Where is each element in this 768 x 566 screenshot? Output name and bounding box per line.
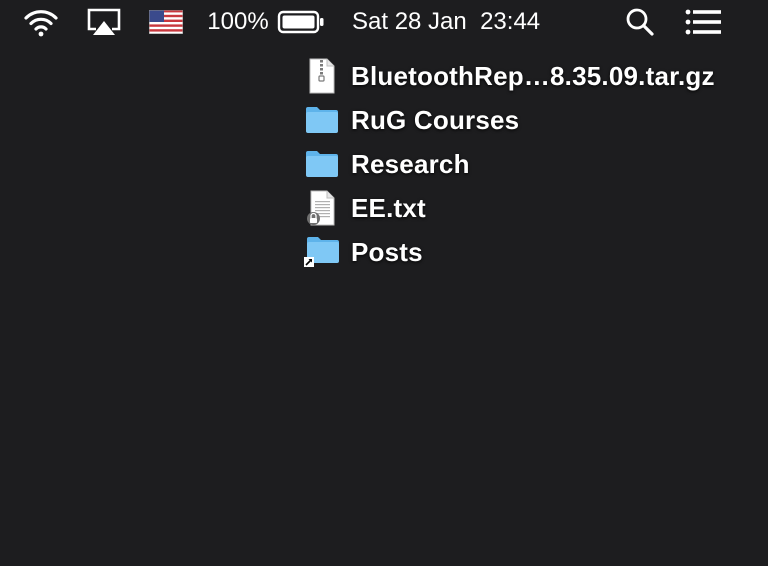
menu-bar-clock[interactable]: Sat 28 Jan 23:44 — [352, 0, 592, 44]
desktop-item-bluetooth-report[interactable]: BluetoothRep…8.35.09.tar.gz — [300, 54, 760, 98]
list-icon[interactable] — [682, 0, 726, 44]
locked-text-file-icon — [300, 186, 344, 230]
desktop-item-label: Posts — [351, 236, 423, 267]
wifi-icon[interactable] — [20, 0, 62, 44]
menu-bar: 100% Sat 28 Jan 23:44 — [0, 0, 768, 44]
desktop-item-label: Research — [351, 148, 470, 179]
folder-alias-icon — [300, 230, 344, 274]
desktop-item-research[interactable]: Research — [300, 142, 760, 186]
folder-icon — [300, 142, 344, 186]
desktop-item-label: RuG Courses — [351, 104, 520, 135]
desktop[interactable]: BluetoothRep…8.35.09.tar.gz RuG Courses … — [0, 44, 768, 566]
folder-icon — [300, 98, 344, 142]
us-flag-icon[interactable] — [147, 0, 185, 44]
battery-icon[interactable] — [276, 0, 326, 44]
desktop-file-list: BluetoothRep…8.35.09.tar.gz RuG Courses … — [300, 54, 760, 274]
search-icon[interactable] — [620, 0, 660, 44]
battery-percentage: 100% — [207, 8, 269, 35]
desktop-item-rug-courses[interactable]: RuG Courses — [300, 98, 760, 142]
desktop-item-label: EE.txt — [351, 192, 426, 223]
battery-fill — [282, 15, 315, 29]
desktop-item-ee-txt[interactable]: EE.txt — [300, 186, 760, 230]
desktop-item-label: BluetoothRep…8.35.09.tar.gz — [351, 60, 715, 91]
archive-file-icon — [300, 54, 344, 98]
airplay-icon[interactable] — [84, 0, 124, 44]
desktop-item-posts[interactable]: Posts — [300, 230, 760, 274]
